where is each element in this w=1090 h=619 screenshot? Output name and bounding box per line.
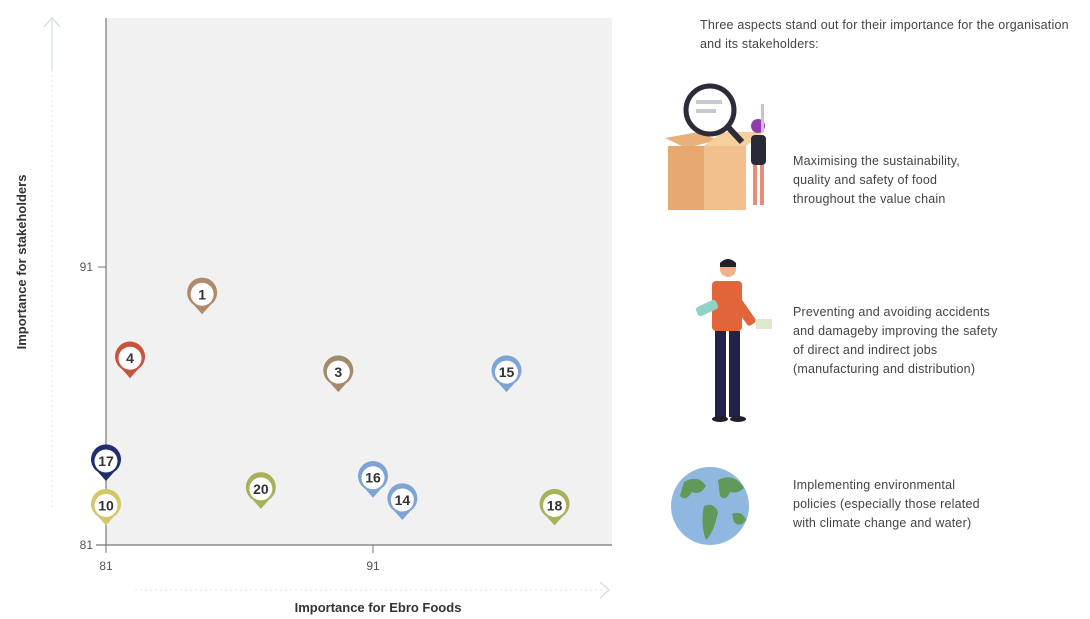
plot-area: [106, 18, 612, 545]
data-label: 15: [499, 364, 515, 380]
data-label: 16: [365, 470, 381, 486]
x-tick-label-81: 81: [99, 559, 113, 573]
data-label: 14: [395, 492, 411, 508]
x-tick-label-91: 91: [366, 559, 380, 573]
data-label: 18: [547, 498, 563, 514]
data-label: 3: [334, 364, 342, 380]
globe-icon: [671, 467, 749, 545]
aspect-item-food-safety: Maximising the sustainability, quality a…: [660, 80, 1090, 220]
y-tick-label-81: 81: [80, 538, 94, 552]
materiality-chart: 91 81 81 91 Importance for Ebro Foods Im…: [14, 16, 612, 615]
aspect-text-environment: Implementing environmental policies (esp…: [793, 478, 980, 530]
aspect-text-food-safety: Maximising the sustainability, quality a…: [793, 154, 960, 206]
box-magnifier-illustration: [665, 83, 766, 210]
data-label: 4: [126, 350, 134, 366]
y-axis-title: Importance for stakeholders: [14, 175, 29, 350]
y-tick-label-91: 91: [80, 260, 94, 274]
data-label: 10: [98, 498, 114, 514]
aspect-text-job-safety: Preventing and avoiding accidents and da…: [793, 305, 998, 376]
worker-illustration: [695, 259, 772, 422]
key-aspects-panel: Three aspects stand out for their import…: [660, 0, 1090, 619]
intro-text: Three aspects stand out for their import…: [700, 18, 1069, 51]
x-axis-title: Importance for Ebro Foods: [295, 600, 462, 615]
aspect-item-job-safety: Preventing and avoiding accidents and da…: [660, 255, 1090, 425]
data-label: 17: [98, 453, 114, 469]
aspect-item-environment: Implementing environmental policies (esp…: [660, 462, 1090, 562]
data-label: 20: [253, 481, 269, 497]
data-label: 1: [198, 286, 206, 302]
